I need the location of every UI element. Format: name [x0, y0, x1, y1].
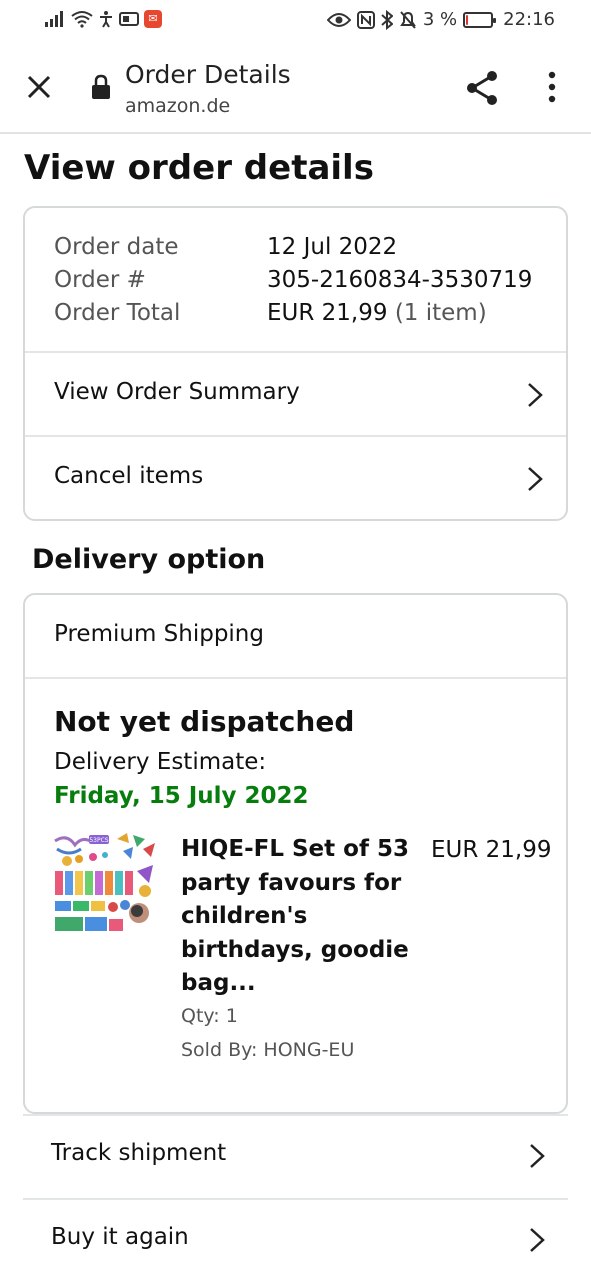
browser-toolbar: Order Details amazon.de	[0, 40, 591, 134]
product-seller: Sold By: HONG-EU	[181, 1039, 355, 1061]
divider	[25, 677, 566, 679]
close-icon[interactable]	[22, 70, 56, 104]
track-shipment-label: Track shipment	[51, 1140, 227, 1166]
signal-icon	[45, 11, 63, 27]
chevron-right-icon	[530, 1144, 545, 1168]
product-title[interactable]: HIQE-FL Set of 53 party favours for chil…	[181, 833, 411, 1001]
bluetooth-icon	[381, 9, 393, 30]
wifi-icon	[71, 11, 93, 28]
more-options-icon[interactable]	[540, 68, 564, 108]
dispatch-status: Not yet dispatched	[54, 705, 355, 738]
chevron-right-icon	[528, 467, 543, 491]
delivery-option-heading: Delivery option	[32, 544, 266, 575]
view-order-summary-row[interactable]: View Order Summary	[25, 353, 566, 437]
track-shipment-row[interactable]: Track shipment	[23, 1114, 568, 1198]
chevron-right-icon	[528, 383, 543, 407]
battery-percent: 3 %	[422, 9, 458, 30]
product-price: EUR 21,99	[431, 837, 552, 863]
order-total-label: Order Total	[54, 300, 181, 326]
lock-icon[interactable]	[90, 74, 112, 100]
thumb-badge-text: 53PCS	[89, 837, 108, 844]
order-date-value: 12 Jul 2022	[267, 234, 398, 260]
product-quantity: Qty: 1	[181, 1005, 238, 1027]
nfc-icon	[356, 10, 375, 29]
share-icon[interactable]	[464, 68, 500, 108]
notification-app-icon: ✉	[144, 10, 162, 28]
status-bar: ✉ 3 % 22:16	[0, 0, 591, 40]
battery-icon	[463, 11, 497, 28]
delivery-estimate-date: Friday, 15 July 2022	[54, 783, 309, 809]
vpn-icon	[119, 12, 139, 26]
clock: 22:16	[503, 9, 555, 30]
delivery-estimate-label: Delivery Estimate:	[54, 749, 267, 775]
chevron-right-icon	[530, 1228, 545, 1252]
bell-muted-icon	[399, 10, 416, 29]
page-title-bar: Order Details	[125, 60, 291, 89]
buy-it-again-label: Buy it again	[51, 1224, 189, 1250]
cancel-items-label: Cancel items	[54, 463, 204, 489]
order-total-amount: EUR 21,99	[267, 300, 388, 326]
battery-level	[466, 14, 469, 25]
order-number-label: Order #	[54, 267, 146, 293]
eye-icon	[326, 12, 351, 27]
status-bar-right-icons: 3 % 22:16	[326, 9, 555, 30]
order-number-value: 305-2160834-3530719	[267, 267, 533, 293]
order-info-card: Order date 12 Jul 2022 Order # 305-21608…	[23, 206, 568, 521]
page-heading: View order details	[24, 148, 374, 188]
cancel-items-row[interactable]: Cancel items	[25, 437, 566, 519]
url-domain[interactable]: amazon.de	[125, 95, 230, 117]
order-total-value: EUR 21,99 (1 item)	[267, 300, 487, 326]
product-thumbnail[interactable]: 53PCS	[53, 831, 159, 937]
buy-it-again-row[interactable]: Buy it again	[23, 1198, 568, 1280]
shipping-method: Premium Shipping	[54, 621, 264, 647]
status-bar-left-icons: ✉	[44, 10, 162, 28]
accessibility-icon	[100, 11, 112, 28]
delivery-card: Premium Shipping Not yet dispatched Deli…	[23, 593, 568, 1114]
order-date-label: Order date	[54, 234, 179, 260]
view-order-summary-label: View Order Summary	[54, 379, 300, 405]
order-item-count: (1 item)	[394, 300, 487, 326]
